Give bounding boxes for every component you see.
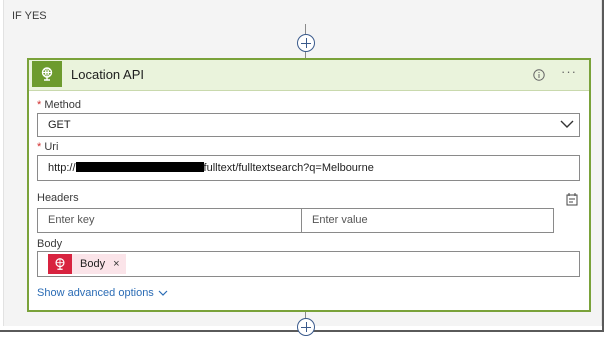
method-select[interactable]: GET (37, 113, 580, 137)
headers-label: Headers (37, 192, 79, 204)
method-value: GET (48, 119, 71, 131)
show-advanced-options-link[interactable]: Show advanced options (37, 287, 168, 299)
action-title: Location API (71, 67, 144, 82)
body-label: Body (37, 238, 63, 250)
connector-line-top (305, 24, 306, 34)
header-value-input[interactable]: Enter value (301, 208, 554, 233)
action-header[interactable]: Location API ··· (29, 60, 589, 91)
more-options-icon[interactable]: ··· (561, 64, 577, 79)
uri-field[interactable]: http://fulltext/fulltextsearch?q=Melbour… (37, 155, 580, 181)
remove-token-icon[interactable]: × (113, 258, 125, 270)
add-step-bottom-button[interactable] (297, 318, 315, 336)
branch-label: IF YES (12, 10, 47, 22)
method-label: * Method (37, 99, 82, 111)
uri-value: http://fulltext/fulltextsearch?q=Melbour… (48, 162, 374, 174)
body-field[interactable]: Body × (37, 251, 580, 277)
redacted-segment (75, 162, 204, 172)
advanced-options-label: Show advanced options (37, 287, 154, 299)
info-icon[interactable] (533, 69, 545, 81)
globe-icon (48, 254, 72, 274)
body-token-label: Body (80, 258, 106, 270)
body-token[interactable]: Body × (48, 254, 126, 274)
uri-label: * Uri (37, 141, 59, 153)
header-key-input[interactable]: Enter key (37, 208, 302, 233)
add-step-top-button[interactable] (297, 34, 315, 52)
globe-icon (32, 61, 62, 87)
location-api-action-card: Location API ··· * Method GET * Uri http… (27, 58, 591, 312)
chevron-down-icon (560, 120, 574, 128)
chevron-down-icon (158, 290, 168, 296)
switch-to-text-mode-icon[interactable] (565, 192, 579, 206)
